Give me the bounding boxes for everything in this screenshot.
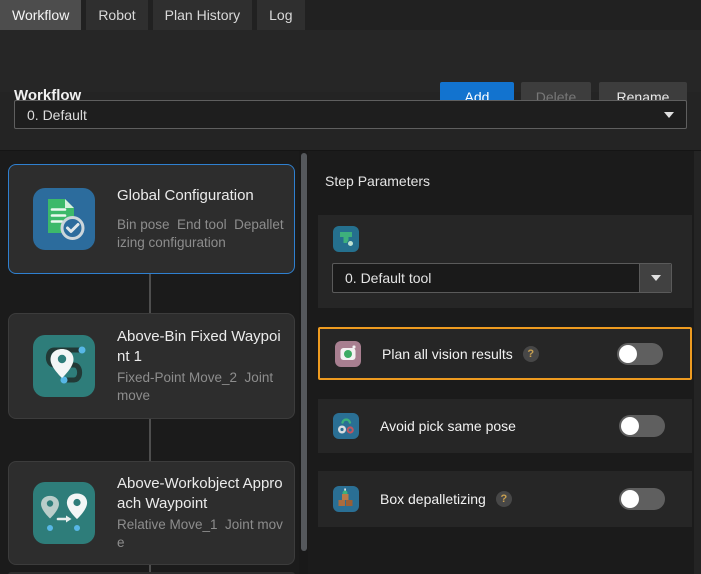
toggle-label: Box depalletizing [380,491,486,507]
chevron-down-icon [664,112,674,118]
tool-selector-group: 0. Default tool [318,215,692,308]
toggle-knob [621,417,639,435]
box-depalletizing-icon [333,486,359,512]
workflow-selector-value: 0. Default [27,107,87,123]
tab-plan-history[interactable]: Plan History [153,0,252,30]
workflow-step-list: Global Configuration Bin pose End tool D… [0,151,299,574]
step-parameters-panel: Step Parameters 0. Default tool Pla [308,151,694,574]
avoid-pick-same-pose-toggle[interactable] [619,415,665,437]
tab-robot[interactable]: Robot [86,0,147,30]
step-card-text: Global Configuration Bin pose End tool D… [117,186,284,253]
workflow-header: Workflow Add Delete Rename [0,30,701,92]
tab-log[interactable]: Log [257,0,304,30]
tab-bar: Workflow Robot Plan History Log [0,0,701,30]
workflow-selector[interactable]: 0. Default [14,100,687,129]
tool-selector-arrow[interactable] [639,264,671,292]
step-card-text: Above-Bin Fixed Waypoint 1 Fixed-Point M… [117,327,284,406]
plan-all-vision-results-toggle[interactable] [617,343,663,365]
avoid-pose-gears-icon [333,413,359,439]
step-card-global-configuration[interactable]: Global Configuration Bin pose End tool D… [8,164,295,274]
left-scrollbar-thumb[interactable] [301,153,307,551]
toggle-label: Plan all vision results [382,346,513,362]
toggle-knob [619,345,637,363]
step-card-above-workobject-approach-waypoint[interactable]: Above-Workobject Approach Waypoint Relat… [8,461,295,565]
connector-line [149,565,151,572]
step-title: Above-Workobject Approach Waypoint [117,474,284,515]
vision-result-icon [335,341,361,367]
step-title: Global Configuration [117,186,284,206]
tool-selector-value: 0. Default tool [333,270,639,286]
toggle-label: Avoid pick same pose [380,418,516,434]
global-configuration-icon [33,188,95,250]
step-subtitle: Fixed-Point Move_2 Joint move [117,369,284,405]
toggle-row-plan-all-vision-results: Plan all vision results ? [318,327,692,380]
tool-selector[interactable]: 0. Default tool [332,263,672,293]
chevron-down-icon [651,275,661,281]
box-depalletizing-toggle[interactable] [619,488,665,510]
relative-move-icon [33,482,95,544]
fixed-point-move-icon [33,335,95,397]
step-subtitle: Relative Move_1 Joint move [117,516,284,552]
step-title: Above-Bin Fixed Waypoint 1 [117,327,284,368]
end-tool-icon [333,226,359,252]
connector-line [149,274,151,313]
step-parameters-title: Step Parameters [325,173,430,189]
right-scrollbar[interactable] [694,151,701,574]
step-card-above-bin-fixed-waypoint[interactable]: Above-Bin Fixed Waypoint 1 Fixed-Point M… [8,313,295,419]
connector-line [149,419,151,461]
toggle-row-avoid-pick-same-pose: Avoid pick same pose [318,399,692,453]
toggle-knob [621,490,639,508]
step-card-text: Above-Workobject Approach Waypoint Relat… [117,474,284,553]
help-icon[interactable]: ? [496,491,512,507]
tab-workflow[interactable]: Workflow [0,0,81,30]
toggle-row-box-depalletizing: Box depalletizing ? [318,471,692,527]
help-icon[interactable]: ? [523,346,539,362]
step-subtitle: Bin pose End tool Depalletizing configur… [117,216,284,252]
main-area: Global Configuration Bin pose End tool D… [0,150,701,574]
